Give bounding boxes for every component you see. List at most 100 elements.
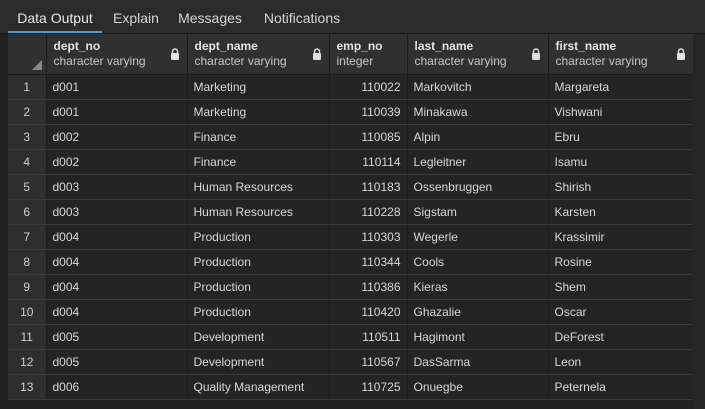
table-row[interactable]: 4 d002 Finance 110114 Legleitner Isamu (8, 149, 694, 175)
row-number[interactable]: 5 (8, 174, 47, 200)
cell-emp-no[interactable]: 110022 (329, 74, 408, 100)
table-row[interactable]: 2 d001 Marketing 110039 Minakawa Vishwani (8, 99, 694, 125)
table-row[interactable]: 9 d004 Production 110386 Kieras Shem (8, 274, 694, 300)
cell-last-name[interactable]: Wegerle (407, 224, 549, 250)
cell-emp-no[interactable]: 110228 (329, 199, 408, 225)
cell-emp-no[interactable]: 110085 (329, 124, 408, 150)
cell-last-name[interactable]: Hagimont (407, 324, 549, 350)
table-row[interactable]: 11 d005 Development 110511 Hagimont DeForest (8, 324, 694, 350)
cell-emp-no[interactable]: 110114 (329, 149, 408, 175)
cell-emp-no[interactable]: 110511 (329, 324, 408, 350)
cell-emp-no[interactable]: 110183 (329, 174, 408, 200)
table-row[interactable]: 3 d002 Finance 110085 Alpin Ebru (8, 124, 694, 150)
cell-dept-name[interactable]: Production (187, 249, 330, 275)
cell-first-name[interactable]: Ebru (548, 124, 694, 150)
tab-messages[interactable]: Messages (173, 0, 247, 33)
cell-dept-name[interactable]: Development (187, 349, 330, 375)
cell-first-name[interactable]: Vishwani (548, 99, 694, 125)
cell-dept-name[interactable]: Finance (187, 124, 330, 150)
cell-dept-name[interactable]: Human Resources (187, 199, 330, 225)
table-row[interactable]: 8 d004 Production 110344 Cools Rosine (8, 249, 694, 275)
cell-dept-no[interactable]: d005 (46, 324, 188, 350)
cell-last-name[interactable]: Minakawa (407, 99, 549, 125)
cell-dept-no[interactable]: d004 (46, 274, 188, 300)
row-number[interactable]: 9 (8, 274, 47, 300)
cell-dept-no[interactable]: d005 (46, 349, 188, 375)
cell-dept-name[interactable]: Production (187, 224, 330, 250)
column-header-first-name[interactable]: first_name character varying (548, 34, 694, 75)
column-header-dept-no[interactable]: dept_no character varying (46, 34, 188, 75)
tab-data-output[interactable]: Data Output (8, 0, 102, 33)
cell-dept-no[interactable]: d004 (46, 249, 188, 275)
cell-first-name[interactable]: Peternela (548, 374, 694, 400)
cell-dept-no[interactable]: d006 (46, 374, 188, 400)
cell-emp-no[interactable]: 110725 (329, 374, 408, 400)
cell-first-name[interactable]: Shirish (548, 174, 694, 200)
tab-notifications[interactable]: Notifications (257, 0, 347, 33)
row-number[interactable]: 4 (8, 149, 47, 175)
cell-last-name[interactable]: Onuegbe (407, 374, 549, 400)
cell-last-name[interactable]: Markovitch (407, 74, 549, 100)
cell-dept-no[interactable]: d003 (46, 174, 188, 200)
table-row[interactable]: 13 d006 Quality Management 110725 Onuegbe Pet… (8, 374, 694, 400)
cell-emp-no[interactable]: 110344 (329, 249, 408, 275)
cell-last-name[interactable]: Alpin (407, 124, 549, 150)
row-number[interactable]: 8 (8, 249, 47, 275)
row-number[interactable]: 12 (8, 349, 47, 375)
row-number[interactable]: 1 (8, 74, 47, 100)
table-row[interactable]: 7 d004 Production 110303 Wegerle Krassimir (8, 224, 694, 250)
cell-dept-name[interactable]: Finance (187, 149, 330, 175)
table-row[interactable]: 1 d001 Marketing 110022 Markovitch Margareta (8, 74, 694, 100)
cell-dept-name[interactable]: Development (187, 324, 330, 350)
cell-last-name[interactable]: DasSarma (407, 349, 549, 375)
cell-last-name[interactable]: Kieras (407, 274, 549, 300)
cell-emp-no[interactable]: 110303 (329, 224, 408, 250)
cell-emp-no[interactable]: 110567 (329, 349, 408, 375)
cell-last-name[interactable]: Cools (407, 249, 549, 275)
cell-dept-name[interactable]: Production (187, 274, 330, 300)
cell-dept-name[interactable]: Quality Management (187, 374, 330, 400)
cell-dept-no[interactable]: d004 (46, 299, 188, 325)
cell-first-name[interactable]: Oscar (548, 299, 694, 325)
row-number[interactable]: 11 (8, 324, 47, 350)
row-number[interactable]: 10 (8, 299, 47, 325)
cell-first-name[interactable]: Karsten (548, 199, 694, 225)
column-header-dept-name[interactable]: dept_name character varying (187, 34, 330, 75)
cell-dept-no[interactable]: d001 (46, 99, 188, 125)
cell-dept-name[interactable]: Marketing (187, 99, 330, 125)
cell-last-name[interactable]: Ossenbruggen (407, 174, 549, 200)
table-row[interactable]: 12 d005 Development 110567 DasSarma Leon (8, 349, 694, 375)
cell-dept-name[interactable]: Production (187, 299, 330, 325)
row-number[interactable]: 13 (8, 374, 47, 400)
table-row[interactable]: 6 d003 Human Resources 110228 Sigstam Karsten (8, 199, 694, 225)
cell-first-name[interactable]: Krassimir (548, 224, 694, 250)
tab-explain[interactable]: Explain (108, 0, 164, 33)
cell-first-name[interactable]: Leon (548, 349, 694, 375)
row-number[interactable]: 7 (8, 224, 47, 250)
cell-last-name[interactable]: Legleitner (407, 149, 549, 175)
cell-first-name[interactable]: DeForest (548, 324, 694, 350)
cell-dept-no[interactable]: d002 (46, 149, 188, 175)
cell-dept-no[interactable]: d001 (46, 74, 188, 100)
table-row[interactable]: 10 d004 Production 110420 Ghazalie Oscar (8, 299, 694, 325)
vertical-scrollbar[interactable] (693, 34, 705, 409)
cell-first-name[interactable]: Margareta (548, 74, 694, 100)
cell-last-name[interactable]: Sigstam (407, 199, 549, 225)
cell-dept-no[interactable]: d002 (46, 124, 188, 150)
cell-dept-no[interactable]: d003 (46, 199, 188, 225)
table-row[interactable]: 5 d003 Human Resources 110183 Ossenbruggen Sh… (8, 174, 694, 200)
column-header-last-name[interactable]: last_name character varying (407, 34, 549, 75)
select-all-corner[interactable] (8, 34, 47, 75)
row-number[interactable]: 3 (8, 124, 47, 150)
cell-emp-no[interactable]: 110386 (329, 274, 408, 300)
cell-dept-no[interactable]: d004 (46, 224, 188, 250)
cell-last-name[interactable]: Ghazalie (407, 299, 549, 325)
cell-emp-no[interactable]: 110039 (329, 99, 408, 125)
cell-emp-no[interactable]: 110420 (329, 299, 408, 325)
column-header-emp-no[interactable]: emp_no integer (329, 34, 408, 75)
cell-first-name[interactable]: Rosine (548, 249, 694, 275)
cell-dept-name[interactable]: Marketing (187, 74, 330, 100)
cell-first-name[interactable]: Isamu (548, 149, 694, 175)
row-number[interactable]: 2 (8, 99, 47, 125)
cell-first-name[interactable]: Shem (548, 274, 694, 300)
